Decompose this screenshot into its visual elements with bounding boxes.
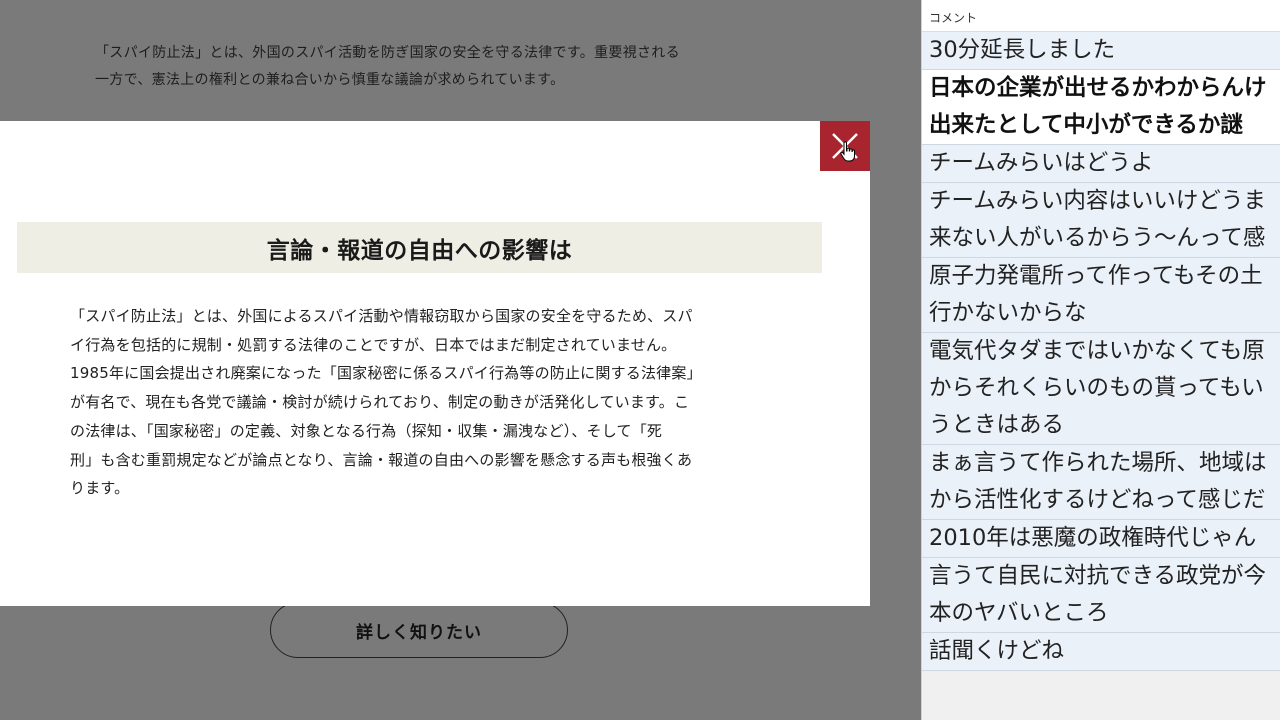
comment-text: 電気代タダまではいかなくても原 bbox=[929, 338, 1265, 364]
body-line: 刑」も含む重罰規定などが論点となり、言論・報道の自由への影響を懸念する声も根強く… bbox=[70, 450, 693, 469]
modal-heading-bar: 言論・報道の自由への影響は bbox=[17, 222, 822, 273]
comment-text: から活性化するけどねって感じだ bbox=[929, 487, 1266, 513]
comment-item[interactable]: 2010年は悪魔の政権時代じゃん bbox=[922, 520, 1280, 558]
comment-header: コメント bbox=[922, 0, 1280, 32]
comment-item[interactable]: 原子力発電所って作ってもその土 行かないからな bbox=[922, 258, 1280, 333]
comment-text: 本のヤバいところ bbox=[929, 600, 1109, 626]
intro-line: 一方で、憲法上の権利との兼ね合いから慎重な議論が求められています。 bbox=[95, 72, 565, 88]
comment-panel: コメント 30分延長しました日本の企業が出せるかわからんけ 出来たとして中小ができ… bbox=[921, 0, 1280, 720]
body-line: イ行為を包括的に規制・処罰する法律のことですが、日本ではまだ制定されていません。 bbox=[70, 335, 677, 354]
comment-item[interactable]: 言うて自民に対抗できる政党が今 本のヤバいところ bbox=[922, 558, 1280, 633]
body-line: 1985年に国会提出され廃案になった「国家秘密に係るスパイ行為等の防止に関する法… bbox=[70, 364, 702, 383]
comment-text: 話聞くけどね bbox=[929, 638, 1065, 664]
comment-text: 来ない人がいるからう～んって感 bbox=[929, 225, 1266, 251]
comment-list[interactable]: 30分延長しました 日本の企業が出せるかわからんけ 出来たとして中小ができるか謎 チー… bbox=[922, 32, 1280, 671]
modal-heading: 言論・報道の自由への影響は bbox=[266, 237, 573, 264]
comment-text: からそれくらいのもの貰ってもい bbox=[929, 375, 1264, 401]
comment-text: チームみらいはどうよ bbox=[929, 150, 1154, 176]
body-line: ります。 bbox=[70, 479, 130, 498]
comment-text: 行かないからな bbox=[929, 300, 1087, 326]
comment-item[interactable]: 日本の企業が出せるかわからんけ 出来たとして中小ができるか謎 bbox=[922, 70, 1280, 145]
comment-text: チームみらい内容はいいけどうま bbox=[929, 188, 1266, 214]
info-modal: 言論・報道の自由への影響は 「スパイ防止法」とは、外国によるスパイ活動や情報窃取… bbox=[0, 121, 870, 606]
comment-text: うときはある bbox=[929, 412, 1065, 438]
close-icon bbox=[832, 133, 858, 162]
comment-item[interactable]: チームみらいはどうよ bbox=[922, 145, 1280, 183]
body-line: の法律は、「国家秘密」の定義、対象となる行為（探知・収集・漏洩など）、そして「死 bbox=[70, 421, 663, 440]
body-line: 「スパイ防止法」とは、外国によるスパイ活動や情報窃取から国家の安全を守るため、ス… bbox=[70, 307, 693, 325]
comment-item[interactable]: 話聞くけどね bbox=[922, 633, 1280, 671]
modal-close-button[interactable] bbox=[820, 121, 870, 171]
body-line: が有名で、現在も各党で議論・検討が続けられており、制定の動きが活発化しています。… bbox=[70, 393, 690, 412]
comment-text: 言うて自民に対抗できる政党が今 bbox=[929, 563, 1267, 589]
comment-text: 出来たとして中小ができるか謎 bbox=[929, 112, 1243, 138]
comment-item[interactable]: まぁ言うて作られた場所、地域は から活性化するけどねって感じだ bbox=[922, 445, 1280, 520]
comment-text: まぁ言うて作られた場所、地域は bbox=[929, 450, 1267, 476]
comment-item[interactable]: 30分延長しました bbox=[922, 32, 1280, 70]
comment-item[interactable]: チームみらい内容はいいけどうま 来ない人がいるからう～んって感 bbox=[922, 183, 1280, 258]
intro-text: 「スパイ防止法」とは、外国のスパイ活動を防ぎ国家の安全を守る法律です。重要視され… bbox=[95, 40, 755, 94]
comment-text: 日本の企業が出せるかわからんけ bbox=[929, 75, 1267, 101]
comment-text: 原子力発電所って作ってもその土 bbox=[929, 263, 1263, 289]
comment-text: 30分延長しました bbox=[929, 37, 1116, 63]
comment-item[interactable]: 電気代タダまではいかなくても原 からそれくらいのもの貰ってもい うときはある bbox=[922, 333, 1280, 445]
learn-more-button[interactable]: 詳しく知りたい bbox=[270, 602, 568, 658]
intro-line: 「スパイ防止法」とは、外国のスパイ活動を防ぎ国家の安全を守る法律です。重要視され… bbox=[95, 45, 680, 61]
modal-body: 「スパイ防止法」とは、外国によるスパイ活動や情報窃取から国家の安全を守るため、ス… bbox=[70, 302, 762, 503]
comment-text: 2010年は悪魔の政権時代じゃん bbox=[929, 525, 1257, 551]
